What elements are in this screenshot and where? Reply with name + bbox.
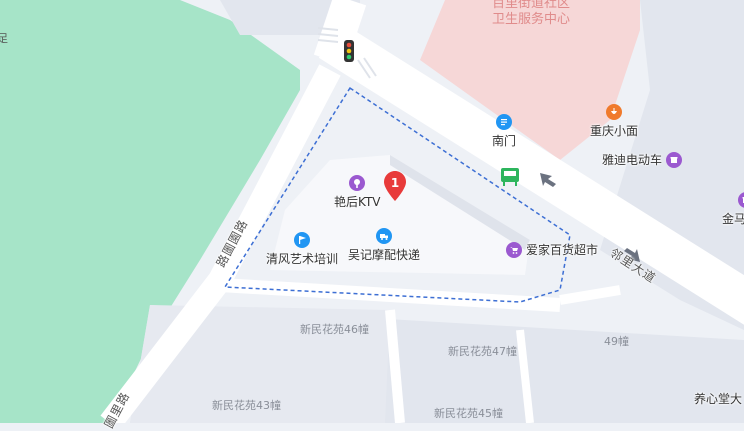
residential-47: 新民花苑47幢	[448, 343, 517, 359]
poi-noodles-label: 重庆小面	[590, 122, 638, 139]
shop-icon	[738, 192, 744, 208]
pin-number: 1	[391, 176, 399, 190]
poi-south-gate[interactable]: 南门	[492, 114, 516, 149]
truck-icon	[376, 228, 392, 244]
food-icon	[606, 104, 622, 120]
poi-supermarket-label: 爱家百货超市	[526, 241, 598, 258]
poi-south-gate-label: 南门	[492, 132, 516, 149]
poi-yangxin-label: 养心堂大	[694, 390, 742, 407]
poi-express-label: 吴记摩配快递	[348, 246, 420, 263]
residential-49: 49幢	[604, 333, 629, 349]
map-canvas[interactable]: 1	[0, 0, 744, 423]
poi-express[interactable]: 吴记摩配快递	[348, 228, 420, 263]
poi-noodles[interactable]: 重庆小面	[590, 104, 638, 139]
hospital-label-line2: 卫生服务中心	[492, 8, 570, 27]
flag-icon	[294, 232, 310, 248]
poi-ebike-label: 雅迪电动车	[602, 151, 662, 168]
residential-46: 新民花苑46幢	[300, 321, 369, 337]
poi-jinma-label: 金马	[722, 210, 744, 227]
poi-art-training-label: 清风艺术培训	[266, 250, 338, 267]
poi-ktv-label: 艳后KTV	[334, 193, 380, 210]
poi-yangxin[interactable]: 养心堂大	[694, 390, 742, 407]
shopping-cart-icon	[506, 242, 522, 258]
traffic-light-icon	[344, 40, 354, 62]
poi-art-training[interactable]: 清风艺术培训	[266, 232, 338, 267]
residential-45: 新民花苑45幢	[434, 405, 503, 421]
gate-icon	[496, 114, 512, 130]
poi-ebike[interactable]: 雅迪电动车	[602, 151, 682, 168]
microphone-icon	[349, 175, 365, 191]
residential-43: 新民花苑43幢	[212, 397, 281, 413]
poi-supermarket[interactable]: 爱家百货超市	[506, 241, 598, 258]
poi-ktv[interactable]: 艳后KTV	[334, 175, 380, 210]
poi-jinma[interactable]: 金马	[722, 192, 744, 227]
shop-icon	[666, 152, 682, 168]
edge-label: 足	[0, 30, 8, 46]
